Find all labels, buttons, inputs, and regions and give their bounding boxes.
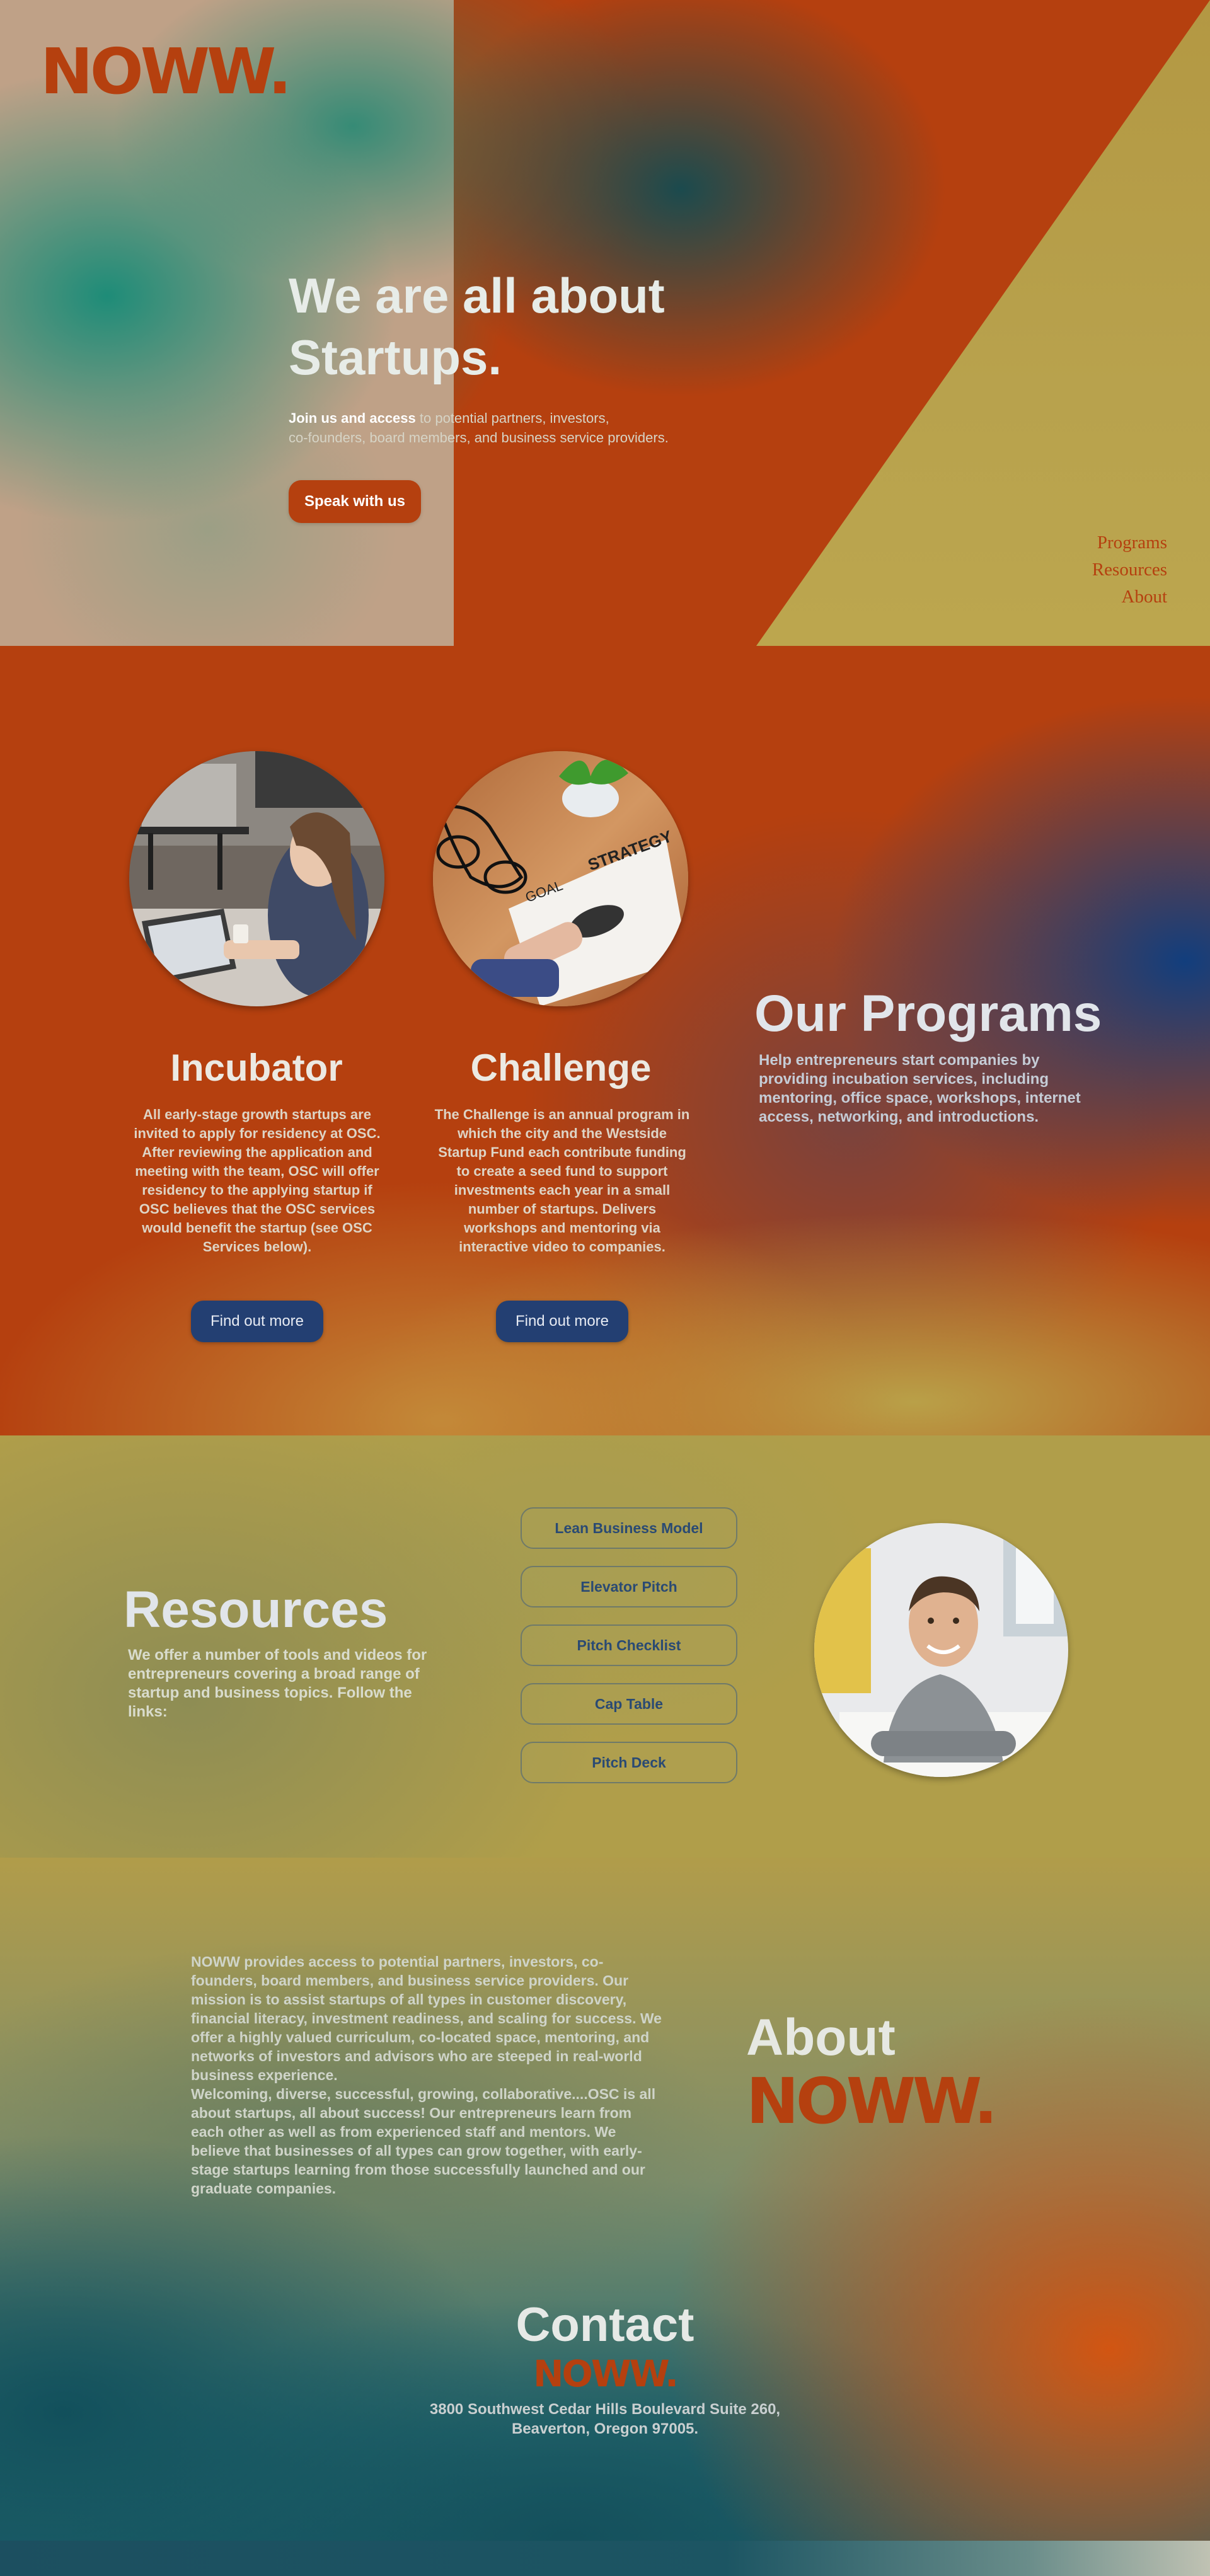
- site-logo[interactable]: NOWW.: [40, 40, 292, 103]
- pitch-deck-link[interactable]: Pitch Deck: [521, 1742, 737, 1783]
- incubator-find-out-more-button[interactable]: Find out more: [191, 1301, 323, 1342]
- footer-strip: [0, 2541, 1210, 2576]
- resources-photo: [814, 1523, 1068, 1777]
- programs-title: Our Programs: [754, 985, 1102, 1042]
- hero-title-line2: Startups.: [289, 330, 502, 385]
- about-title: About: [746, 2009, 896, 2066]
- elevator-pitch-link[interactable]: Elevator Pitch: [521, 1566, 737, 1607]
- nav-item-about[interactable]: About: [1092, 584, 1168, 611]
- nav-item-programs[interactable]: Programs: [1092, 529, 1167, 556]
- contact-logo: NOWW.: [533, 2352, 679, 2395]
- about-paragraph-1: NOWW provides access to potential partne…: [191, 1953, 662, 2083]
- incubator-photo: [129, 751, 384, 1006]
- hero-subtitle-rest: to potential partners, investors,: [415, 410, 609, 426]
- address-line-2: Beaverton, Oregon 97005.: [511, 2420, 699, 2437]
- smiling-man-photo-icon: [814, 1523, 1068, 1777]
- hero-title: We are all about Startups.: [289, 265, 768, 388]
- hero-subtitle-line2: co-founders, board members, and business…: [289, 430, 669, 446]
- about-logo: NOWW.: [746, 2064, 998, 2138]
- resources-title: Resources: [124, 1581, 388, 1638]
- address-line-1: 3800 Southwest Cedar Hills Boulevard Sui…: [429, 2401, 781, 2418]
- hero-subtitle: Join us and access to potential partners…: [289, 408, 742, 447]
- challenge-title: Challenge: [470, 1047, 652, 1089]
- incubator-text: All early-stage growth startups are invi…: [134, 1107, 381, 1255]
- lean-business-model-link[interactable]: Lean Business Model: [521, 1507, 737, 1549]
- resources-description: We offer a number of tools and videos fo…: [128, 1647, 427, 1720]
- contact-address: 3800 Southwest Cedar Hills Boulevard Sui…: [0, 2400, 1210, 2439]
- main-nav: Programs Resources About: [1092, 529, 1167, 611]
- challenge-text: The Challenge is an annual program in wh…: [434, 1107, 690, 1255]
- strategy-notebook-photo-icon: STRATEGY GOAL: [433, 751, 688, 1006]
- challenge-find-out-more-button[interactable]: Find out more: [496, 1301, 628, 1342]
- hero-subtitle-bold: Join us and access: [289, 410, 416, 426]
- pitch-checklist-link[interactable]: Pitch Checklist: [521, 1624, 737, 1666]
- challenge-photo: STRATEGY GOAL: [433, 751, 688, 1006]
- speak-with-us-button[interactable]: Speak with us: [289, 480, 421, 523]
- cap-table-link[interactable]: Cap Table: [521, 1683, 737, 1725]
- about-text: NOWW provides access to potential partne…: [191, 1952, 665, 2198]
- hero-title-line1: We are all about: [289, 268, 665, 323]
- contact-title: Contact: [516, 2298, 694, 2352]
- incubator-title: Incubator: [170, 1047, 343, 1089]
- woman-with-laptop-photo-icon: [129, 751, 384, 1006]
- about-paragraph-2: Welcoming, diverse, successful, growing,…: [191, 2086, 656, 2197]
- programs-description: Help entrepreneurs start companies by pr…: [759, 1052, 1081, 1125]
- nav-item-resources[interactable]: Resources: [1092, 556, 1167, 584]
